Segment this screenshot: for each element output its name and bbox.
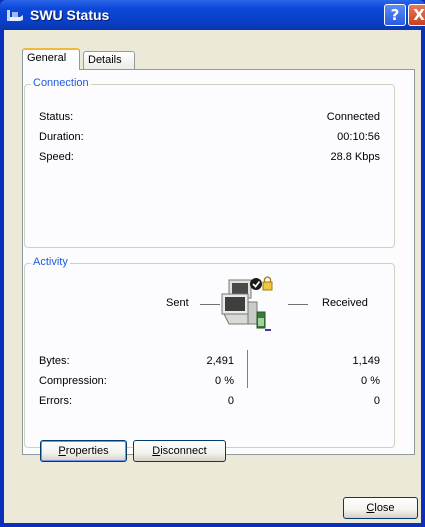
window-title: SWU Status xyxy=(30,7,110,23)
close-button[interactable]: Close xyxy=(343,497,418,519)
dialog-client-area: General Details Connection Status: Conne… xyxy=(4,30,421,523)
activity-group: Activity Sent Received Bytes: 2,491 1,14… xyxy=(24,256,395,448)
network-computers-icon xyxy=(221,276,273,331)
connection-group: Connection Status: Connected Duration: 0… xyxy=(24,77,395,248)
tab-details[interactable]: Details xyxy=(83,51,135,69)
errors-sent-value: 0 xyxy=(227,395,234,407)
close-window-button[interactable]: X xyxy=(408,4,425,26)
duration-value: 00:10:56 xyxy=(337,131,380,143)
activity-divider xyxy=(247,350,248,388)
speed-label: Speed: xyxy=(39,151,74,163)
compression-label: Compression: xyxy=(39,375,107,387)
duration-label: Duration: xyxy=(39,131,84,143)
speed-value: 28.8 Kbps xyxy=(330,151,380,163)
errors-received-value: 0 xyxy=(373,395,380,407)
errors-label: Errors: xyxy=(39,395,72,407)
disconnect-button[interactable]: Disconnect xyxy=(133,440,226,462)
received-connector-line xyxy=(288,304,308,305)
status-value: Connected xyxy=(326,111,380,123)
properties-button[interactable]: Properties xyxy=(40,440,127,462)
network-connection-icon xyxy=(7,10,23,21)
title-bar[interactable]: SWU Status ? X xyxy=(0,0,425,30)
connection-legend: Connection xyxy=(31,77,91,89)
sent-label: Sent xyxy=(166,297,189,309)
dialog-window: SWU Status ? X General Details Connectio… xyxy=(0,0,425,527)
help-button[interactable]: ? xyxy=(384,4,406,26)
received-label: Received xyxy=(322,297,368,309)
bytes-sent-value: 2,491 xyxy=(206,355,234,367)
sent-connector-line xyxy=(200,304,220,305)
compression-received-value: 0 % xyxy=(361,375,380,387)
status-label: Status: xyxy=(39,111,74,123)
compression-sent-value: 0 % xyxy=(215,375,234,387)
bytes-received-value: 1,149 xyxy=(352,355,380,367)
tab-general[interactable]: General xyxy=(22,48,80,70)
activity-legend: Activity xyxy=(31,256,70,268)
bytes-label: Bytes: xyxy=(39,355,70,367)
